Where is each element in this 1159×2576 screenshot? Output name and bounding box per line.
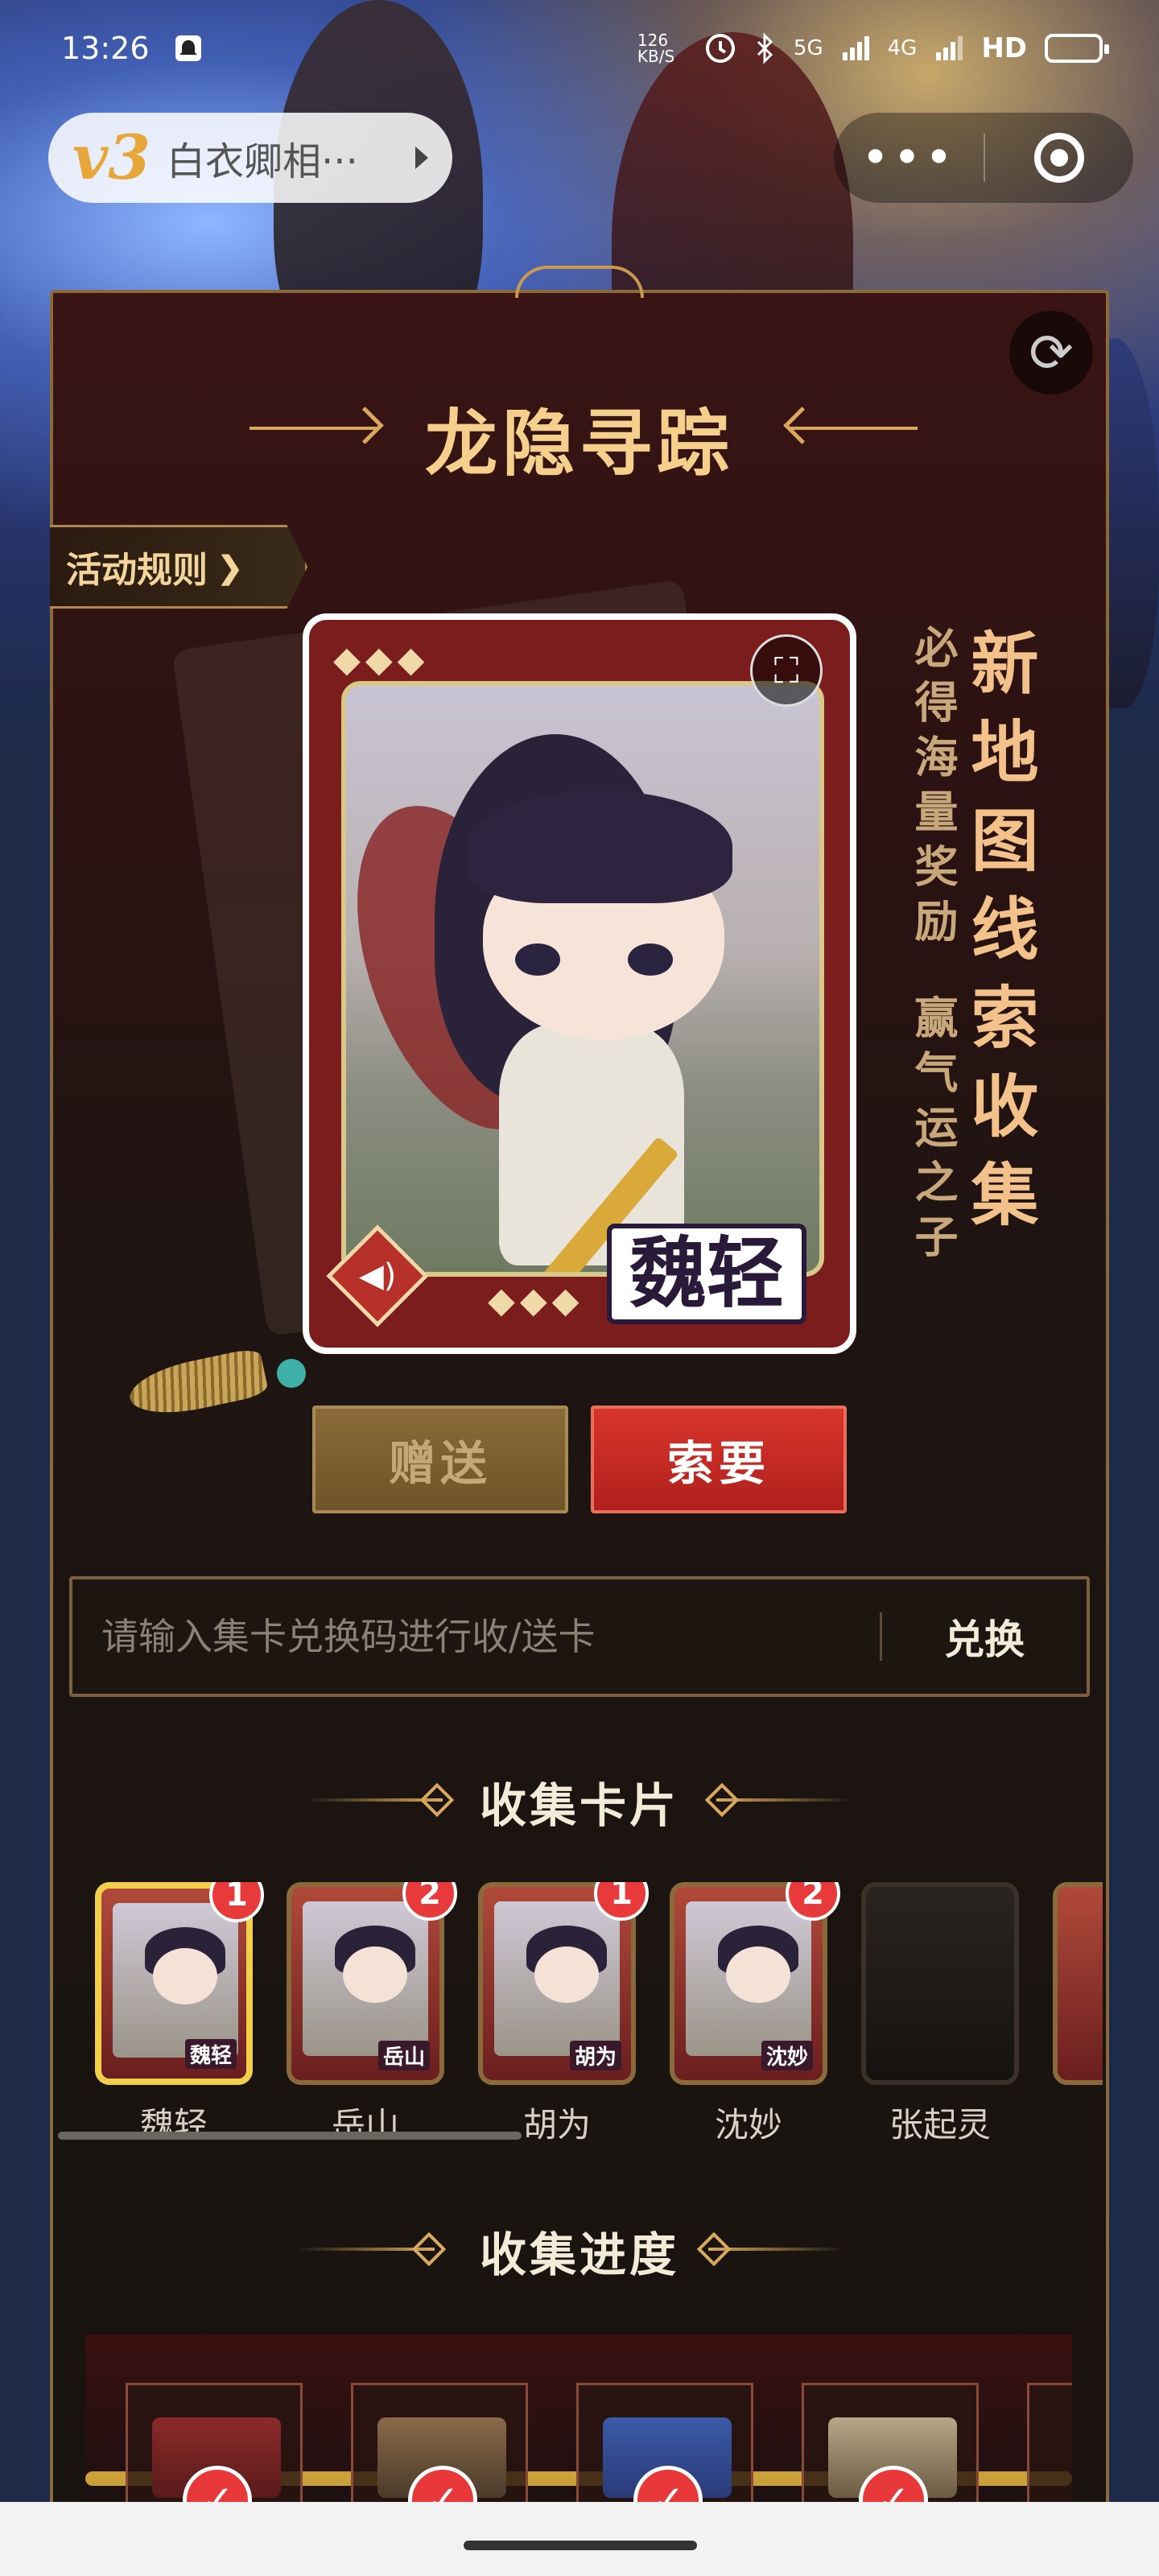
redeem-button[interactable]: 兑换 (882, 1608, 1087, 1666)
hd-text: HD (981, 32, 1027, 64)
double-chevron-right-icon: ❯ (217, 548, 243, 585)
mini-program-title-pill[interactable]: v3 白衣卿相··· (48, 113, 452, 203)
notification-bell-icon (172, 32, 204, 64)
collect-card-label: 岳山 (377, 2041, 430, 2070)
refresh-icon: ⟳ (1029, 321, 1074, 384)
mini-program-title: 白衣卿相··· (167, 139, 358, 184)
collect-cards-title: 收集卡片 (479, 1778, 679, 1833)
collect-card-label: 胡为 (569, 2041, 621, 2070)
collect-card-art (113, 1903, 238, 2058)
slogan-main: 新地图线索收集 (960, 628, 1040, 1248)
close-mini-program-button[interactable] (985, 133, 1133, 183)
bluetooth-icon (755, 32, 776, 64)
character-bangs (467, 791, 732, 903)
redeem-code-input[interactable] (72, 1579, 880, 1694)
home-indicator[interactable] (464, 2541, 697, 2550)
collect-title-ornament-right (716, 1798, 853, 1802)
cards-scrollbar[interactable] (58, 2132, 1104, 2140)
character-eye-left (515, 943, 560, 976)
chevron-right-icon (415, 147, 428, 169)
ask-button[interactable]: 索要 (591, 1406, 847, 1513)
featured-card[interactable]: ◆◆◆ ⛶ ◀) 魏轻 ◆◆◆ (303, 613, 856, 1354)
speaker-icon: ◀) (358, 1257, 397, 1294)
reward-chest-partial[interactable] (1027, 2383, 1072, 2512)
tassel-bead (277, 1359, 306, 1388)
fullscreen-icon: ⛶ (773, 650, 799, 691)
collect-card-art (494, 1901, 620, 2056)
target-icon (1034, 133, 1084, 183)
title-ornament-right (789, 427, 918, 430)
reward-chest[interactable]: ✓ (802, 2383, 979, 2512)
panel-top-ornament (515, 266, 644, 298)
card-artwork (341, 681, 824, 1277)
signal-4g-text: 4G (887, 36, 918, 60)
collect-card[interactable]: 胡为 1 (478, 1882, 649, 2085)
collect-progress-title: 收集进度 (479, 2227, 679, 2282)
signal-bars-icon (841, 35, 870, 62)
battery-icon (1045, 34, 1109, 63)
collect-card-partial[interactable] (1053, 1882, 1103, 2085)
reward-chest[interactable]: ✓ (126, 2383, 303, 2512)
collect-card-art (303, 1901, 428, 2056)
refresh-button[interactable]: ⟳ (1009, 311, 1093, 394)
collect-card-art (686, 1901, 811, 2056)
character-eye-right (628, 943, 673, 976)
collect-card-label: 沈妙 (761, 2041, 813, 2070)
status-time: 13:26 (61, 31, 150, 66)
net-speed-text: 126 KB/S (637, 31, 675, 66)
card-name-plate: 魏轻 (607, 1224, 806, 1324)
fullscreen-button[interactable]: ⛶ (750, 634, 823, 707)
signal-bars-2-icon (934, 35, 963, 62)
slogan-line-1: 必得海量奖励 (907, 625, 959, 953)
collect-card-label: 魏轻 (184, 2039, 237, 2069)
more-menu-button[interactable]: ••• (834, 134, 984, 182)
mini-program-logo: v3 (72, 122, 151, 193)
status-bar: 13:26 126 KB/S 5G 4G HD (0, 0, 1159, 97)
activity-rules-button[interactable]: 活动规则 ❯ (50, 525, 307, 609)
system-nav-bar (0, 2502, 1159, 2576)
progress-row: ✓ ✓ ✓ ✓ (85, 2334, 1072, 2512)
collect-card[interactable]: 魏轻 1 (95, 1882, 264, 2085)
redeem-box: 兑换 (69, 1576, 1090, 1697)
card-diamonds-top: ◆◆◆ (333, 639, 430, 680)
reward-chest[interactable]: ✓ (576, 2383, 753, 2512)
collect-cards-row: 魏轻 1 岳山 2 胡为 1 沈妙 2 (92, 1882, 1103, 2091)
gift-button[interactable]: 赠送 (312, 1406, 568, 1513)
progress-title-ornament-right (708, 2248, 845, 2251)
signal-5g-text: 5G (793, 36, 823, 60)
card-diamonds-bottom: ◆◆◆ (488, 1280, 584, 1321)
collect-card[interactable]: 岳山 2 (287, 1882, 457, 2085)
activity-title: 龙隐寻踪 (425, 401, 734, 486)
reward-chest[interactable]: ✓ (351, 2383, 528, 2512)
status-right: 126 KB/S 5G 4G HD (637, 31, 1109, 66)
collect-card-locked[interactable] (861, 1882, 1019, 2085)
status-left: 13:26 (61, 31, 204, 66)
collect-card[interactable]: 沈妙 2 (670, 1882, 840, 2085)
slogan-line-2: 赢气运之子 (907, 995, 959, 1269)
tassel-threads (125, 1346, 270, 1423)
activity-rules-label: 活动规则 (66, 550, 208, 591)
cards-scrollbar-thumb[interactable] (58, 2132, 522, 2140)
mini-program-capsule: ••• (834, 113, 1133, 203)
tassel-decoration (125, 1346, 306, 1423)
alarm-clock-icon (703, 31, 737, 65)
